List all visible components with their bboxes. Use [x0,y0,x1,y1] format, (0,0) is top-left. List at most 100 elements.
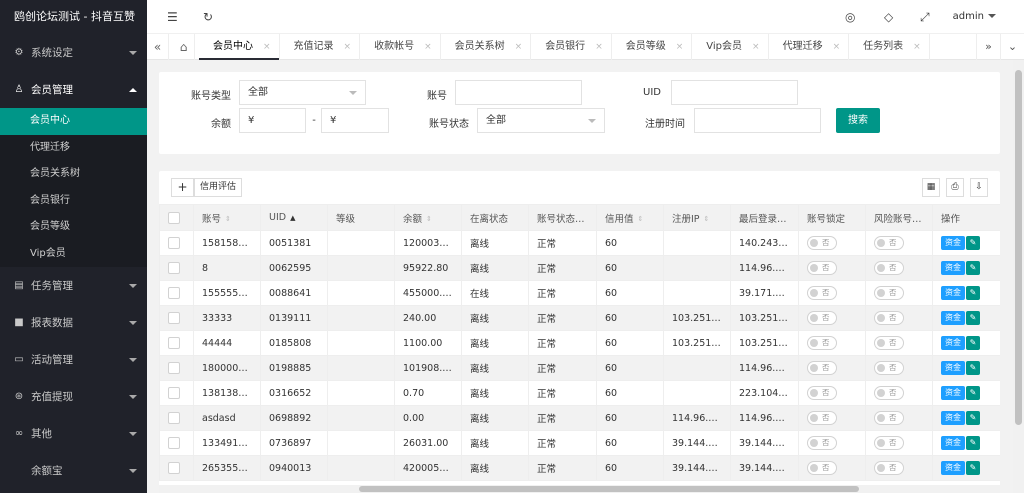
edit-icon[interactable]: ✎ [966,411,980,425]
row-checkbox-cell[interactable] [159,280,194,306]
sort-icon[interactable]: ⇕ [589,215,595,223]
account-type-select[interactable]: 全部 [239,80,366,105]
risk-account-toggle[interactable]: 否 [874,336,904,350]
vertical-scrollbar[interactable] [1013,60,1024,493]
close-icon[interactable]: × [515,42,523,52]
checkbox[interactable] [168,437,180,449]
fund-button[interactable]: 资金 [941,411,965,425]
checkbox[interactable] [168,262,180,274]
uid-input[interactable] [671,80,798,105]
sidebar-group-yuebao[interactable]: 余额宝 [0,452,147,489]
sidebar-item-3[interactable]: 会员银行 [0,188,147,215]
risk-account-toggle[interactable]: 否 [874,386,904,400]
checkbox[interactable] [168,362,180,374]
column-header[interactable]: 操作 [932,204,1000,231]
sort-icon[interactable]: ⇕ [426,215,432,223]
tab-5[interactable]: 会员等级 × [612,34,693,60]
tag-icon[interactable]: ◇ [884,0,893,34]
checkbox[interactable] [168,337,180,349]
account-lock-toggle[interactable]: 否 [807,411,837,425]
account-lock-toggle[interactable]: 否 [807,461,837,475]
tab-1[interactable]: 充值记录 × [280,34,361,60]
edit-icon[interactable]: ✎ [966,386,980,400]
checkbox[interactable] [168,211,180,224]
scrollbar-thumb[interactable] [359,486,859,492]
close-icon[interactable]: × [913,42,921,52]
export-icon[interactable]: ⇩ [970,178,988,197]
select-all-checkbox[interactable] [159,204,194,231]
account-input[interactable] [455,80,582,105]
checkbox[interactable] [168,287,180,299]
sidebar-group-activity[interactable]: ▭ 活动管理 [0,341,147,378]
sidebar-group-reports[interactable]: ■ 报表数据 [0,304,147,341]
user-menu[interactable]: admin [953,0,996,34]
row-checkbox-cell[interactable] [159,255,194,281]
risk-account-toggle[interactable]: 否 [874,436,904,450]
balance-to-input[interactable]: ¥ [321,108,389,133]
sort-icon[interactable]: ⇕ [791,215,797,223]
close-icon[interactable]: × [344,42,352,52]
edit-icon[interactable]: ✎ [966,461,980,475]
sidebar-item-5[interactable]: Vip会员 [0,241,147,268]
sidebar-item-2[interactable]: 会员关系树 [0,161,147,188]
close-icon[interactable]: × [595,42,603,52]
account-lock-toggle[interactable]: 否 [807,311,837,325]
fund-button[interactable]: 资金 [941,286,965,300]
fullscreen-icon[interactable]: ⤢ [920,0,930,34]
checkbox[interactable] [168,412,180,424]
tab-4[interactable]: 会员银行 × [531,34,612,60]
fund-button[interactable]: 资金 [941,386,965,400]
search-button[interactable]: 搜索 [836,108,880,133]
close-icon[interactable]: × [833,42,841,52]
sidebar-group-recharge[interactable]: ⊛ 充值提现 [0,378,147,415]
checkbox[interactable] [168,387,180,399]
sort-icon[interactable]: ⇕ [225,215,231,223]
columns-icon[interactable]: ▦ [922,178,940,197]
account-lock-toggle[interactable]: 否 [807,236,837,250]
checkbox[interactable] [168,462,180,474]
row-checkbox-cell[interactable] [159,380,194,406]
tabs-scroll-left-icon[interactable]: « [147,34,169,60]
sidebar-group-other[interactable]: ∞ 其他 [0,415,147,452]
account-lock-toggle[interactable]: 否 [807,361,837,375]
edit-icon[interactable]: ✎ [966,286,980,300]
fund-button[interactable]: 资金 [941,461,965,475]
row-checkbox-cell[interactable] [159,230,194,256]
risk-account-toggle[interactable]: 否 [874,361,904,375]
close-icon[interactable]: × [263,42,271,52]
column-header[interactable]: 最后登录… ⇕ [730,204,799,231]
risk-account-toggle[interactable]: 否 [874,461,904,475]
column-header[interactable]: 等级 [327,204,395,231]
risk-account-toggle[interactable]: 否 [874,236,904,250]
column-header[interactable]: 余额 ⇕ [394,204,462,231]
home-tab-icon[interactable]: ⌂ [173,34,195,60]
credit-eval-button[interactable]: 信用评估 [194,178,242,197]
tab-3[interactable]: 会员关系树 × [441,34,532,60]
tab-8[interactable]: 任务列表 × [849,34,930,60]
tab-6[interactable]: Vip会员 × [692,34,769,60]
account-lock-toggle[interactable]: 否 [807,336,837,350]
tab-2[interactable]: 收款帐号 × [360,34,441,60]
row-checkbox-cell[interactable] [159,405,194,431]
column-header[interactable]: 风险账号… ⇕ [865,204,933,231]
theme-icon[interactable]: ◎ [845,0,855,34]
edit-icon[interactable]: ✎ [966,236,980,250]
column-header[interactable]: 在离状态 [461,204,529,231]
risk-account-toggle[interactable]: 否 [874,311,904,325]
column-header[interactable]: 账号 ⇕ [193,204,261,231]
horizontal-scrollbar[interactable] [159,485,1000,493]
column-header[interactable]: 信用值 ⇕ [596,204,664,231]
checkbox[interactable] [168,312,180,324]
fund-button[interactable]: 资金 [941,361,965,375]
account-lock-toggle[interactable]: 否 [807,386,837,400]
balance-from-input[interactable]: ¥ [239,108,306,133]
tab-7[interactable]: 代理迁移 × [769,34,850,60]
edit-icon[interactable]: ✎ [966,436,980,450]
edit-icon[interactable]: ✎ [966,261,980,275]
risk-account-toggle[interactable]: 否 [874,261,904,275]
tab-0[interactable]: 会员中心 × [199,34,280,60]
column-header[interactable]: 账号锁定 [798,204,866,231]
tabs-more-icon[interactable]: ⌄ [1000,34,1024,60]
fund-button[interactable]: 资金 [941,311,965,325]
refresh-icon[interactable]: ↻ [203,0,213,34]
